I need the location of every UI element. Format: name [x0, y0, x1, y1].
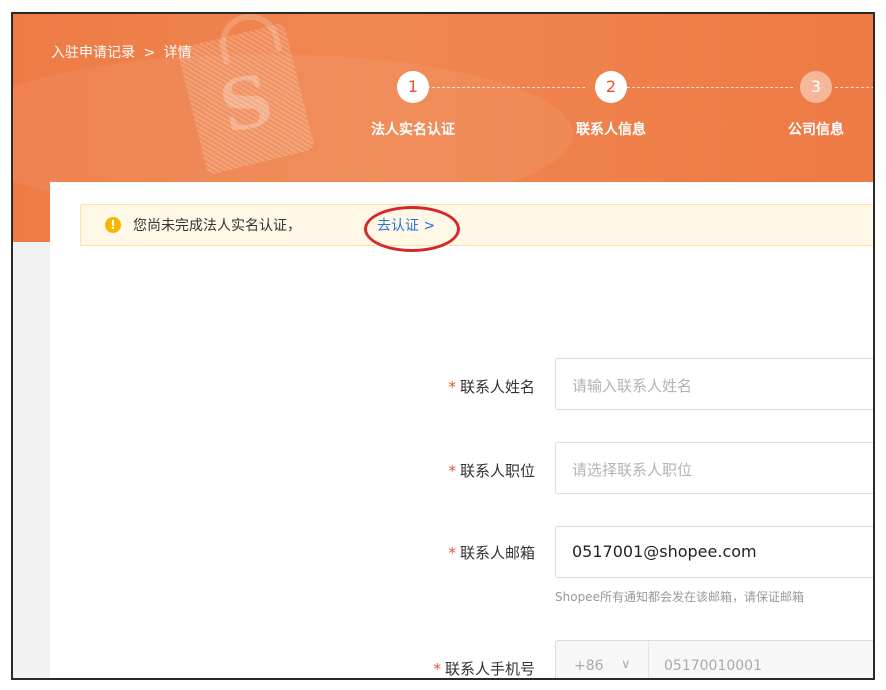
contact-name-placeholder: 请输入联系人姓名 [572, 377, 693, 395]
email-hint: Shopee所有通知都会发在该邮箱，请保证邮箱 [555, 590, 804, 604]
step-1-number: 1 [397, 71, 429, 103]
step-3: 3 公司信息 [770, 71, 862, 139]
phone-label-text: 联系人手机号 [444, 660, 535, 678]
notice-banner: ! 您尚未完成法人实名认证， 去认证 > [80, 204, 873, 252]
required-mark: * [448, 462, 456, 480]
email-label: * 联系人邮箱 [50, 542, 535, 563]
phone-number-value: 05170010001 [664, 658, 762, 674]
name-label-text: 联系人姓名 [459, 378, 535, 396]
breadcrumb: 入驻申请记录 > 详情 [51, 42, 192, 62]
email-label-text: 联系人邮箱 [459, 544, 535, 562]
annotation-circle [364, 206, 460, 252]
contact-phone-input: +86 ∨ 05170010001 [555, 640, 873, 678]
contact-email-input[interactable]: 0517001@shopee.com [555, 526, 873, 578]
breadcrumb-separator: > [143, 45, 156, 61]
step-1: 1 法人实名认证 [353, 71, 473, 139]
name-label: * 联系人姓名 [50, 376, 535, 397]
step-3-label: 公司信息 [788, 122, 844, 138]
breadcrumb-parent-link[interactable]: 入驻申请记录 [51, 45, 135, 61]
notice-text: 您尚未完成法人实名认证， [133, 218, 301, 234]
contact-name-input[interactable]: 请输入联系人姓名 [555, 358, 873, 410]
required-mark: * [448, 544, 456, 562]
step-1-label: 法人实名认证 [371, 122, 455, 138]
step-3-number: 3 [800, 71, 832, 103]
exclamation-circle-icon: ! [105, 217, 121, 233]
step-2: 2 联系人信息 [556, 71, 666, 139]
form-card: ! 您尚未完成法人实名认证， 去认证 > * 联系人姓名 请输入联系人姓名 * 联系… [50, 182, 873, 678]
required-mark: * [448, 378, 456, 396]
screenshot-frame: S 入驻申请记录 > 详情 1 法人实名认证 2 联系人信息 3 公司信息 ! … [11, 12, 875, 680]
chevron-down-icon[interactable]: ∨ [621, 657, 631, 672]
phone-label: * 联系人手机号 [50, 658, 535, 678]
required-mark: * [433, 660, 441, 678]
position-label: * 联系人职位 [50, 460, 535, 481]
breadcrumb-current: 详情 [163, 45, 192, 61]
step-2-number: 2 [595, 71, 627, 103]
country-code-select[interactable]: +86 [574, 658, 604, 674]
contact-position-select[interactable]: 请选择联系人职位 [555, 442, 873, 494]
contact-email-value: 0517001@shopee.com [572, 542, 757, 561]
step-2-label: 联系人信息 [576, 122, 646, 138]
phone-divider [648, 641, 649, 678]
contact-position-placeholder: 请选择联系人职位 [572, 461, 693, 479]
position-label-text: 联系人职位 [459, 462, 535, 480]
